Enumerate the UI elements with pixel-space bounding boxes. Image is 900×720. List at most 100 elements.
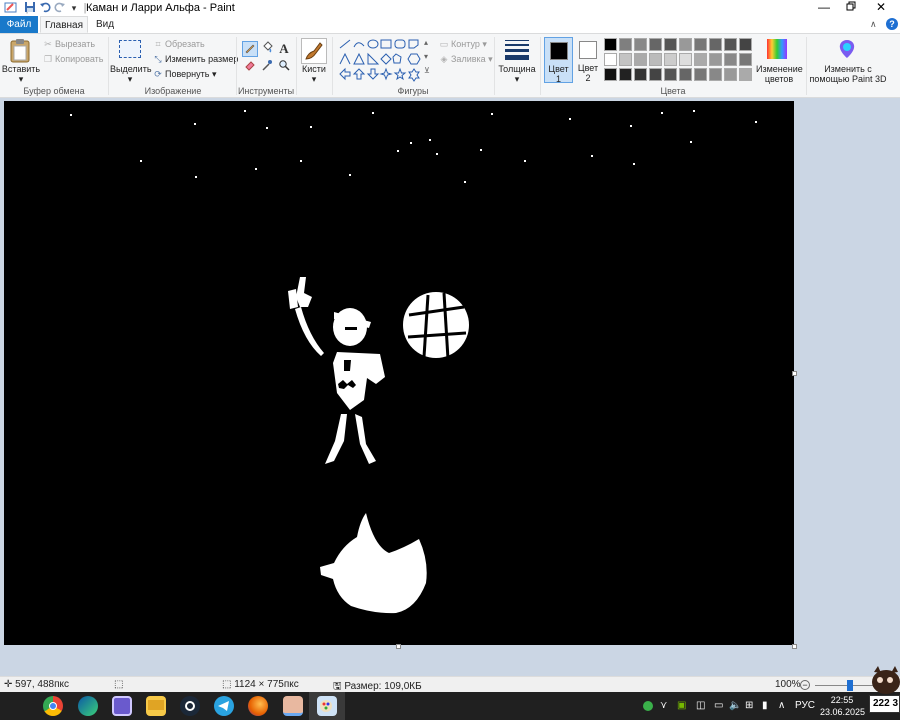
shapes-more-icon[interactable]: ⊻ <box>424 66 430 75</box>
palette-swatch[interactable] <box>739 53 752 66</box>
tray-network-icon[interactable]: ▭ <box>714 700 723 711</box>
collapse-ribbon-icon[interactable]: ∧ <box>870 19 877 30</box>
tab-file[interactable]: Файл <box>0 16 38 33</box>
palette-swatch[interactable] <box>739 38 752 51</box>
eraser-icon[interactable] <box>242 59 258 75</box>
palette-swatch[interactable] <box>679 53 692 66</box>
copy-button[interactable]: ❐ Копировать <box>43 54 104 65</box>
color2-button[interactable]: Цвет 2 <box>575 37 601 83</box>
paste-button[interactable]: Вставить ▾ <box>0 64 42 84</box>
palette-swatch[interactable] <box>664 38 677 51</box>
pencil-icon[interactable] <box>242 41 258 57</box>
edit-colors-button[interactable]: Изменение цветов <box>756 64 803 84</box>
size-icon[interactable] <box>505 40 529 60</box>
tray-status-icon[interactable] <box>643 701 653 711</box>
tray-vpn-icon[interactable]: ⋎ <box>660 700 667 711</box>
redo-icon[interactable] <box>53 1 67 15</box>
paint3d-button[interactable]: Изменить с помощью Paint 3D <box>808 64 888 84</box>
resize-handle-corner[interactable] <box>792 644 797 649</box>
palette-swatch[interactable] <box>604 53 617 66</box>
paste-icon[interactable] <box>9 38 33 67</box>
resize-button[interactable]: ⤡ Изменить размер <box>153 54 238 65</box>
palette-swatch[interactable] <box>709 38 722 51</box>
cut-button[interactable]: ✂ Вырезать <box>43 39 95 50</box>
clock[interactable]: 22:55 23.06.2025 <box>820 694 865 718</box>
palette-swatch[interactable] <box>664 68 677 81</box>
palette-swatch[interactable] <box>694 68 707 81</box>
close-button[interactable]: ✕ <box>866 0 896 16</box>
save-icon[interactable] <box>23 1 37 15</box>
tab-view[interactable]: Вид <box>90 16 120 33</box>
palette-swatch[interactable] <box>649 38 662 51</box>
help-icon[interactable]: ? <box>886 18 898 30</box>
palette-swatch[interactable] <box>604 68 617 81</box>
zoom-slider-thumb[interactable] <box>847 680 853 691</box>
crop-button[interactable]: ⌗ Обрезать <box>153 39 204 50</box>
zoom-out-button[interactable]: − <box>800 680 810 690</box>
palette-swatch[interactable] <box>604 38 617 51</box>
minimize-button[interactable]: — <box>809 0 839 16</box>
edit-colors-icon[interactable] <box>767 39 787 59</box>
size-button[interactable]: Толщина ▾ <box>496 64 538 84</box>
palette-swatch[interactable] <box>634 53 647 66</box>
palette-swatch[interactable] <box>724 38 737 51</box>
palette-swatch[interactable] <box>709 53 722 66</box>
palette-swatch[interactable] <box>724 53 737 66</box>
palette-swatch[interactable] <box>634 38 647 51</box>
paint-taskbar-icon[interactable] <box>317 696 337 716</box>
color1-button[interactable]: Цвет 1 <box>544 37 573 84</box>
shapes-gallery[interactable] <box>338 38 434 84</box>
brushes-button[interactable]: Кисти ▾ <box>298 64 330 84</box>
undo-icon[interactable] <box>38 1 52 15</box>
palette-swatch[interactable] <box>619 38 632 51</box>
palette-swatch[interactable] <box>694 38 707 51</box>
tray-windows-icon[interactable]: ⊞ <box>745 700 753 711</box>
palette-swatch[interactable] <box>619 68 632 81</box>
drawing-canvas[interactable] <box>4 101 794 645</box>
shapes-scroll-down-icon[interactable]: ▾ <box>424 52 428 61</box>
restore-button[interactable] <box>836 0 866 16</box>
tray-chevron-icon[interactable]: ∧ <box>778 700 785 711</box>
fill-shape-button[interactable]: ◈ Заливка ▾ <box>439 54 493 65</box>
palette-swatch[interactable] <box>724 68 737 81</box>
language-indicator[interactable]: РУС <box>795 700 815 711</box>
shapes-scroll-up-icon[interactable]: ▴ <box>424 38 428 47</box>
rotate-button[interactable]: ⟳ Повернуть ▾ <box>153 69 216 80</box>
firefox-icon[interactable] <box>248 696 268 716</box>
tab-home[interactable]: Главная <box>40 16 88 33</box>
palette-swatch[interactable] <box>709 68 722 81</box>
brush-icon[interactable] <box>301 38 327 64</box>
select-button[interactable]: Выделить ▾ <box>110 64 152 84</box>
palette-swatch[interactable] <box>679 38 692 51</box>
resize-handle-right[interactable] <box>792 371 797 376</box>
palette-swatch[interactable] <box>649 53 662 66</box>
select-icon[interactable] <box>119 40 141 58</box>
desktop-pet-icon[interactable] <box>866 664 900 694</box>
palette-swatch[interactable] <box>634 68 647 81</box>
paint3d-icon[interactable] <box>837 39 857 59</box>
palette-swatch[interactable] <box>649 68 662 81</box>
palette-swatch[interactable] <box>664 53 677 66</box>
outline-button[interactable]: ▭ Контур ▾ <box>439 39 487 50</box>
palette-swatch[interactable] <box>694 53 707 66</box>
app-icon[interactable] <box>112 696 132 716</box>
chrome-icon[interactable] <box>43 696 63 716</box>
telegram-icon[interactable] <box>214 696 234 716</box>
tray-mic-icon[interactable]: ▮ <box>762 700 768 711</box>
palette-swatch[interactable] <box>679 68 692 81</box>
text-icon[interactable]: A <box>276 41 292 57</box>
palette-swatch[interactable] <box>739 68 752 81</box>
notification-badge[interactable]: 222 3 <box>869 695 900 713</box>
tray-nvidia-icon[interactable]: ▣ <box>677 700 686 711</box>
photos-icon[interactable] <box>283 696 303 716</box>
steam-icon[interactable] <box>180 696 200 716</box>
explorer-icon[interactable] <box>146 696 166 716</box>
fill-icon[interactable] <box>259 41 275 57</box>
tray-volume-icon[interactable]: 🔈 <box>729 700 741 711</box>
magnifier-icon[interactable] <box>276 59 292 75</box>
resize-handle-bottom[interactable] <box>396 644 401 649</box>
edge-icon[interactable] <box>78 696 98 716</box>
tray-app-icon[interactable]: ◫ <box>696 700 705 711</box>
color-picker-icon[interactable] <box>259 59 275 75</box>
palette-swatch[interactable] <box>619 53 632 66</box>
